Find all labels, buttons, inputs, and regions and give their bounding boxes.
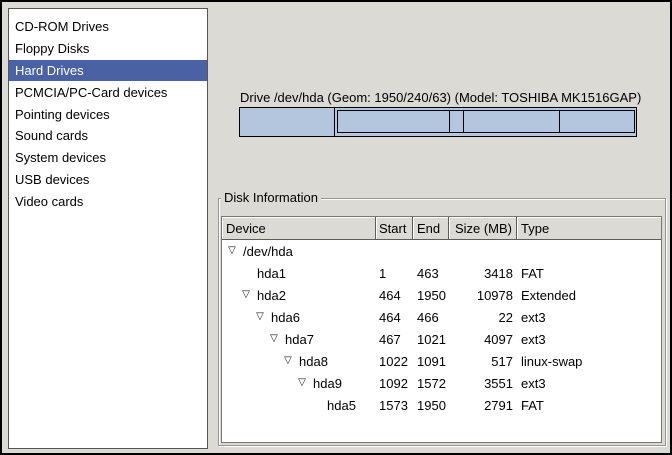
partition-table: DeviceStartEndSize (MB)Type ▽/dev/hda▽hd… [221, 216, 662, 443]
logical-partition-divider [449, 111, 450, 132]
cell-device: ▽ hda6 [222, 306, 376, 328]
primary-partition-divider [334, 108, 335, 136]
cell-start [376, 240, 413, 262]
expander-open-icon[interactable]: ▽ [282, 355, 294, 367]
device-name: hda8 [299, 354, 328, 369]
cell-device: ▽ hda8 [222, 350, 376, 372]
cell-size: 3551 [449, 372, 517, 394]
table-row-hda5[interactable]: ▽hda5157319502791FAT [222, 394, 661, 416]
cell-size: 10978 [449, 284, 517, 306]
cell-end: 463 [413, 262, 449, 284]
hardware-browser-window: CD-ROM DrivesFloppy DisksHard DrivesPCMC… [0, 0, 672, 455]
cell-start: 464 [376, 284, 413, 306]
cell-type: FAT [517, 262, 661, 284]
table-row-hda2[interactable]: ▽ hda2 464195010978Extended [222, 284, 661, 306]
table-row-hda7[interactable]: ▽ hda7 46710214097ext3 [222, 328, 661, 350]
table-row-dev-hda[interactable]: ▽ /dev/hda [222, 240, 661, 262]
disk-information-group: Disk Information DeviceStartEndSize (MB)… [218, 198, 666, 446]
cell-start: 1 [376, 262, 413, 284]
table-row-hda9[interactable]: ▽ hda9 109215723551ext3 [222, 372, 661, 394]
cell-device: ▽ hda2 [222, 284, 376, 306]
sidebar-item-cd-rom-drives[interactable]: CD-ROM Drives [9, 16, 207, 38]
partition-bar [239, 107, 637, 137]
cell-device: ▽ hda9 [222, 372, 376, 394]
cell-type: Extended [517, 284, 661, 306]
cell-device: ▽ /dev/hda [222, 240, 376, 262]
cell-end: 1091 [413, 350, 449, 372]
column-header-end[interactable]: End [413, 217, 449, 240]
cell-size: 22 [449, 306, 517, 328]
column-header-type[interactable]: Type [517, 217, 661, 240]
column-header-device[interactable]: Device [222, 217, 376, 240]
cell-start: 1092 [376, 372, 413, 394]
cell-end: 466 [413, 306, 449, 328]
expander-open-icon[interactable]: ▽ [226, 245, 238, 257]
cell-device: ▽ hda7 [222, 328, 376, 350]
cell-size [449, 240, 517, 262]
device-name: hda7 [285, 332, 314, 347]
device-name: hda6 [271, 310, 300, 325]
cell-type: ext3 [517, 306, 661, 328]
expander-open-icon[interactable]: ▽ [296, 377, 308, 389]
sidebar-item-hard-drives[interactable]: Hard Drives [9, 60, 207, 82]
cell-start: 467 [376, 328, 413, 350]
sidebar-item-pointing-devices[interactable]: Pointing devices [9, 103, 207, 125]
expander-open-icon[interactable]: ▽ [240, 289, 252, 301]
cell-size: 517 [449, 350, 517, 372]
logical-partition-divider [559, 111, 560, 132]
cell-size: 3418 [449, 262, 517, 284]
sidebar-item-system-devices[interactable]: System devices [9, 147, 207, 169]
device-name: hda5 [327, 398, 356, 413]
device-name: hda1 [257, 266, 286, 281]
sidebar-item-usb-devices[interactable]: USB devices [9, 169, 207, 191]
column-header-size-mb[interactable]: Size (MB) [449, 217, 517, 240]
cell-end: 1021 [413, 328, 449, 350]
cell-type: FAT [517, 394, 661, 416]
cell-type: linux-swap [517, 350, 661, 372]
column-header-start[interactable]: Start [376, 217, 413, 240]
device-category-list: CD-ROM DrivesFloppy DisksHard DrivesPCMC… [8, 8, 208, 449]
cell-end: 1572 [413, 372, 449, 394]
cell-type: ext3 [517, 328, 661, 350]
device-name: hda9 [313, 376, 342, 391]
sidebar-item-pcmcia-pc-card-devices[interactable]: PCMCIA/PC-Card devices [9, 81, 207, 103]
cell-size: 2791 [449, 394, 517, 416]
cell-start: 1573 [376, 394, 413, 416]
cell-end: 1950 [413, 284, 449, 306]
cell-type: ext3 [517, 372, 661, 394]
cell-start: 1022 [376, 350, 413, 372]
table-row-hda8[interactable]: ▽ hda8 10221091517linux-swap [222, 350, 661, 372]
cell-device: ▽hda5 [222, 394, 376, 416]
logical-partition-divider [463, 111, 464, 132]
cell-start: 464 [376, 306, 413, 328]
table-row-hda1[interactable]: ▽hda114633418FAT [222, 262, 661, 284]
expander-open-icon[interactable]: ▽ [254, 311, 266, 323]
sidebar-item-video-cards[interactable]: Video cards [9, 190, 207, 212]
cell-size: 4097 [449, 328, 517, 350]
sidebar-item-sound-cards[interactable]: Sound cards [9, 125, 207, 147]
device-name: /dev/hda [243, 244, 293, 259]
sidebar-item-floppy-disks[interactable]: Floppy Disks [9, 38, 207, 60]
partition-table-body: ▽/dev/hda▽hda114633418FAT▽hda24641950109… [222, 240, 661, 416]
expander-open-icon[interactable]: ▽ [268, 333, 280, 345]
drive-title: Drive /dev/hda (Geom: 1950/240/63) (Mode… [240, 90, 641, 105]
partition-table-header: DeviceStartEndSize (MB)Type [222, 217, 661, 240]
cell-end: 1950 [413, 394, 449, 416]
device-name: hda2 [257, 288, 286, 303]
cell-end [413, 240, 449, 262]
cell-device: ▽hda1 [222, 262, 376, 284]
extended-partition-box [337, 110, 635, 133]
cell-type [517, 240, 661, 262]
disk-information-label: Disk Information [221, 190, 321, 206]
table-row-hda6[interactable]: ▽ hda6 46446622ext3 [222, 306, 661, 328]
